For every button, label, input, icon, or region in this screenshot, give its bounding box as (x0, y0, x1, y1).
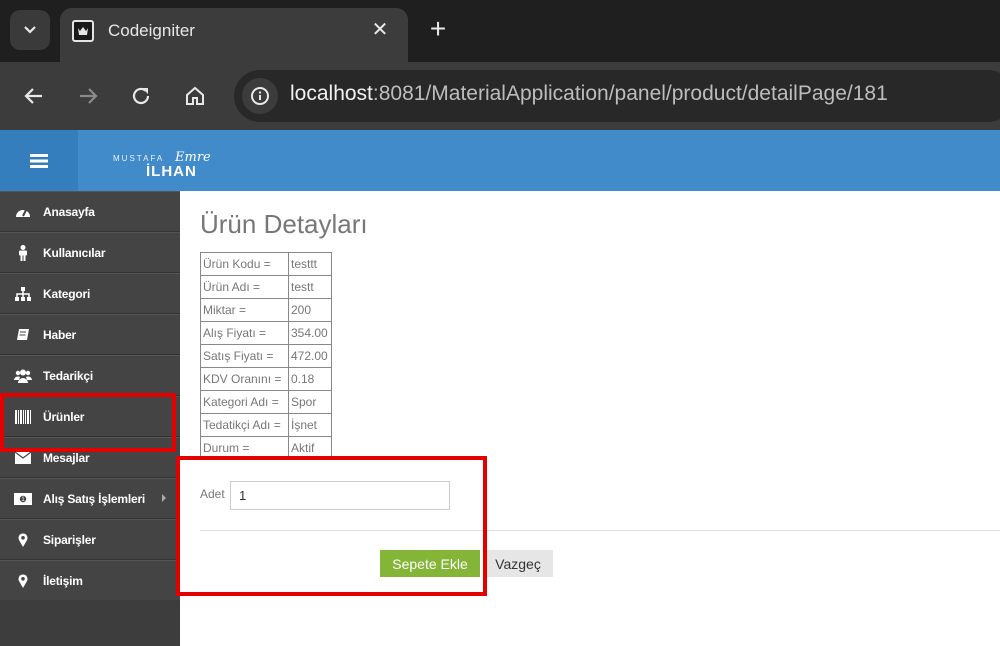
table-row: Miktar = 200 (200, 298, 332, 322)
detail-key: Alış Fiyatı = (200, 321, 289, 345)
money-icon: 1 (14, 490, 32, 508)
detail-value: testtt (288, 252, 332, 276)
detail-value: 472.00 (288, 344, 332, 368)
logo-main-text: İLHAN (146, 163, 197, 180)
site-favicon-icon (72, 20, 94, 42)
table-row: Ürün Kodu = testtt (200, 252, 332, 276)
sidebar-item-kullanicilar[interactable]: Kullanıcılar (0, 232, 180, 273)
sidebar-item-tedarikci[interactable]: Tedarikçi (0, 355, 180, 396)
detail-key: Satış Fiyatı = (200, 344, 289, 368)
brand-logo[interactable]: MUSTAFA Emre İLHAN (113, 150, 223, 184)
table-row: KDV Oranını = 0.18 (200, 367, 332, 391)
tab-search-button[interactable] (10, 10, 50, 50)
sidebar-item-siparisler[interactable]: Siparişler (0, 519, 180, 560)
info-icon (251, 87, 269, 105)
sitemap-icon (14, 285, 32, 303)
sidebar-item-label: Mesajlar (43, 451, 90, 465)
url-host: localhost (290, 82, 373, 105)
sidebar-item-label: Haber (43, 328, 77, 342)
back-button[interactable] (16, 78, 52, 114)
sidebar-item-label: İletişim (43, 574, 83, 588)
sidebar-item-label: Alış Satış İşlemleri (43, 492, 146, 506)
arrow-right-icon (80, 88, 98, 104)
cancel-button[interactable]: Vazgeç (483, 550, 553, 577)
submenu-arrow-icon (162, 494, 166, 502)
chevron-down-icon (24, 26, 36, 34)
browser-tab-bar: Codeigniter ✕ + (0, 0, 1000, 62)
detail-key: Tedatikçi Adı = (200, 413, 289, 437)
address-bar[interactable]: localhost:8081/MaterialApplication/panel… (234, 70, 1000, 122)
map-marker-icon (14, 572, 32, 590)
forward-button[interactable] (70, 78, 106, 114)
detail-value: Spor (288, 390, 332, 414)
reload-button[interactable] (123, 78, 159, 114)
sidebar-item-label: Anasayfa (43, 205, 95, 219)
browser-tab[interactable]: Codeigniter ✕ (60, 8, 408, 62)
book-icon (14, 326, 32, 344)
sidebar-item-label: Kullanıcılar (43, 246, 106, 260)
map-marker-icon (14, 531, 32, 549)
detail-key: Kategori Adı = (200, 390, 289, 414)
sidebar-item-label: Kategori (43, 287, 91, 301)
tab-title: Codeigniter (108, 21, 195, 40)
table-row: Kategori Adı = Spor (200, 390, 332, 414)
users-icon (14, 367, 32, 385)
tab-close-icon[interactable]: ✕ (368, 18, 392, 42)
sidebar-item-anasayfa[interactable]: Anasayfa (0, 191, 180, 232)
page-title: Ürün Detayları (200, 209, 368, 239)
home-button[interactable] (177, 78, 213, 114)
table-row: Tedatikçi Adı = İşnet (200, 413, 332, 437)
logo-top-text: MUSTAFA (113, 154, 165, 163)
detail-key: KDV Oranını = (200, 367, 289, 391)
table-row: Satış Fiyatı = 472.00 (200, 344, 332, 368)
arrow-left-icon (24, 88, 42, 104)
sidebar-item-haber[interactable]: Haber (0, 314, 180, 355)
user-icon (14, 244, 32, 262)
detail-value: testt (288, 275, 332, 299)
sidebar-item-iletisim[interactable]: İletişim (0, 560, 180, 601)
url-text[interactable]: localhost:8081/MaterialApplication/panel… (290, 82, 888, 106)
detail-value: 0.18 (288, 367, 332, 391)
table-row: Alış Fiyatı = 354.00 (200, 321, 332, 345)
url-path: :8081/MaterialApplication/panel/product/… (372, 82, 888, 105)
sidebar-item-kategori[interactable]: Kategori (0, 273, 180, 314)
home-icon (186, 86, 204, 105)
sidebar-empty-area (0, 600, 180, 646)
dashboard-icon (14, 203, 32, 221)
sidebar-toggle-button[interactable] (0, 130, 78, 191)
detail-key: Miktar = (200, 298, 289, 322)
detail-value: 200 (288, 298, 332, 322)
detail-key: Ürün Kodu = (200, 252, 289, 276)
site-info-button[interactable] (242, 78, 278, 114)
reload-icon (132, 87, 150, 105)
product-detail-table: Ürün Kodu = testtt Ürün Adı = testt Miktar… (200, 252, 332, 460)
sidebar-item-alis-satis[interactable]: 1 Alış Satış İşlemleri (0, 478, 180, 519)
table-row: Ürün Adı = testt (200, 275, 332, 299)
sidebar-item-label: Siparişler (43, 533, 96, 547)
new-tab-button[interactable]: + (424, 14, 452, 46)
sidebar-item-label: Tedarikçi (43, 369, 94, 383)
detail-key: Ürün Adı = (200, 275, 289, 299)
menu-icon (30, 153, 48, 168)
highlight-box-products (0, 393, 176, 452)
browser-toolbar: localhost:8081/MaterialApplication/panel… (0, 62, 1000, 130)
detail-value: İşnet (288, 413, 332, 437)
highlight-box-cart-form (176, 456, 487, 596)
detail-value: 354.00 (288, 321, 332, 345)
app-header: MUSTAFA Emre İLHAN (0, 130, 1000, 191)
